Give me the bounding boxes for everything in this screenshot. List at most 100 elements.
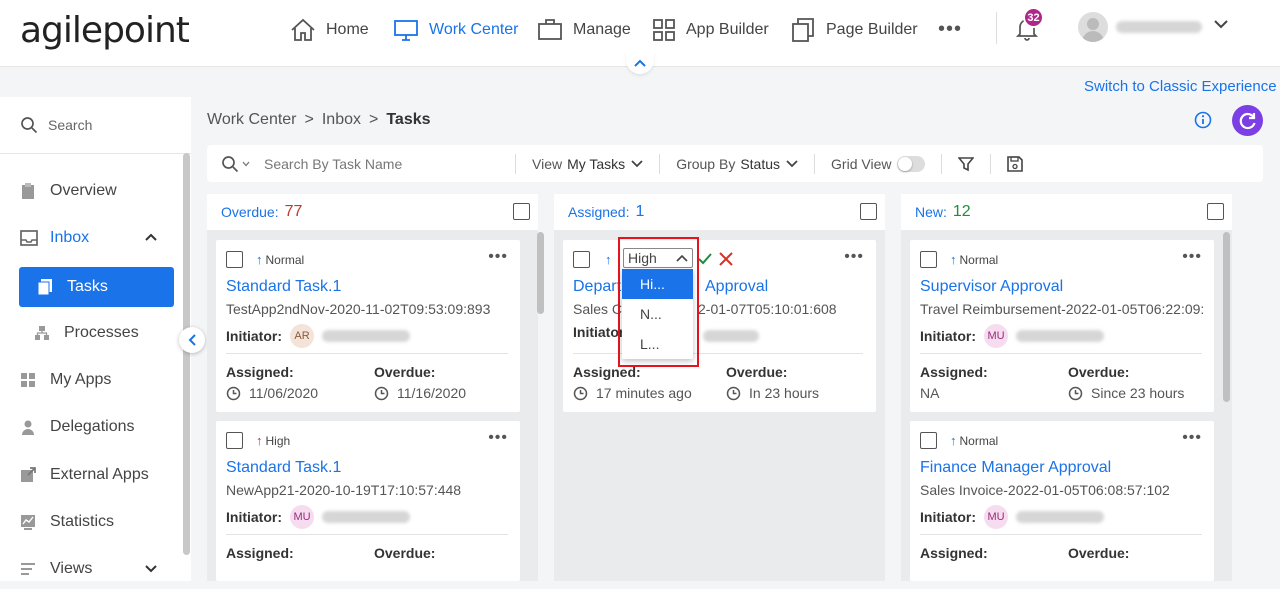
sidebar-item-label: My Apps [50, 371, 112, 388]
user-avatar[interactable] [1078, 12, 1108, 42]
chevron-down-icon[interactable] [144, 560, 158, 578]
nav-page-builder[interactable]: Page Builder [790, 16, 918, 44]
sidebar-scrollbar[interactable] [183, 153, 190, 555]
task-title-link[interactable]: Approval [705, 278, 785, 296]
nav-manage-label: Manage [573, 21, 631, 38]
column-header: New: 12 [901, 194, 1232, 230]
priority-option-normal[interactable]: N... [622, 299, 693, 329]
sidebar-item-label: Overview [50, 182, 117, 199]
priority-label[interactable]: ↑ Normal [950, 252, 998, 267]
clock-icon [226, 386, 241, 401]
task-checkbox[interactable] [226, 251, 243, 268]
confirm-check-icon[interactable] [697, 251, 713, 272]
card-menu-button[interactable]: ••• [1182, 429, 1202, 447]
arrow-up-icon: ↑ [256, 433, 263, 448]
collapse-sidebar-button[interactable] [179, 327, 205, 353]
clipboard-icon [20, 182, 42, 200]
sidebar-item-tasks[interactable]: Tasks [19, 267, 174, 307]
select-all-checkbox[interactable] [860, 203, 877, 220]
task-title-link[interactable]: Finance Manager Approval [920, 459, 1205, 477]
sidebar-item-views[interactable]: Views [0, 549, 180, 589]
sidebar-item-external-apps[interactable]: External Apps [0, 455, 180, 495]
breadcrumb-inbox[interactable]: Inbox [322, 111, 361, 129]
column-scrollbar[interactable] [537, 232, 544, 314]
nav-work-center[interactable]: Work Center [393, 16, 519, 44]
overdue-value: In 23 hours [726, 385, 819, 401]
sidebar-item-label: Delegations [50, 418, 135, 435]
sidebar-item-delegations[interactable]: Delegations [0, 407, 180, 447]
collapse-header-button[interactable] [626, 52, 654, 74]
overdue-value: 11/16/2020 [374, 385, 466, 401]
chevron-down-icon[interactable] [1213, 17, 1229, 36]
more-menu-button[interactable]: ••• [938, 18, 962, 41]
task-checkbox[interactable] [920, 432, 937, 449]
switch-classic-link[interactable]: Switch to Classic Experience [1084, 78, 1277, 95]
select-all-checkbox[interactable] [513, 203, 530, 220]
select-all-checkbox[interactable] [1207, 203, 1224, 220]
task-checkbox[interactable] [920, 251, 937, 268]
chevron-up-icon[interactable] [144, 229, 158, 247]
column-scrollbar[interactable] [1223, 232, 1230, 402]
priority-option-high[interactable]: Hi... [622, 269, 693, 299]
overdue-label: Overdue: [374, 364, 436, 380]
task-title-link[interactable]: Supervisor Approval [920, 278, 1205, 296]
nav-manage[interactable]: Manage [537, 16, 631, 44]
task-title-link[interactable]: Depart [573, 278, 623, 296]
notification-count-badge: 32 [1023, 7, 1044, 28]
task-card[interactable]: ↑ Normal ••• Supervisor Approval Travel R… [910, 240, 1214, 412]
chevron-down-icon[interactable] [242, 161, 250, 167]
breadcrumb-work-center[interactable]: Work Center [207, 111, 297, 129]
priority-label[interactable]: ↑ High [256, 433, 290, 448]
column-new: New: 12 ↑ Normal ••• Supervisor Approval … [901, 194, 1232, 581]
initiator-name-redacted [322, 511, 410, 523]
sidebar-item-overview[interactable]: Overview [0, 171, 180, 211]
nav-home[interactable]: Home [290, 16, 369, 44]
cancel-x-icon[interactable] [718, 251, 734, 272]
sidebar-item-processes[interactable]: Processes [0, 313, 180, 353]
initiator: Initiator: AR [226, 324, 410, 348]
task-card[interactable]: ↑ Normal ••• Standard Task.1 TestApp2ndNo… [216, 240, 520, 412]
refresh-button[interactable] [1232, 105, 1263, 136]
priority-options-list: Hi... N... L... [622, 269, 693, 359]
overdue-label: Overdue: [374, 545, 436, 561]
sidebar-item-statistics[interactable]: Statistics [0, 502, 180, 542]
task-subtitle: Travel Reimbursement-2022-01-05T06:22:09… [920, 301, 1205, 317]
overdue-label: Overdue: [726, 364, 788, 380]
breadcrumb-separator: > [304, 111, 314, 128]
card-menu-button[interactable]: ••• [488, 248, 508, 266]
task-checkbox[interactable] [226, 432, 243, 449]
sidebar-item-label: Tasks [67, 278, 108, 295]
card-menu-button[interactable]: ••• [1182, 248, 1202, 266]
task-checkbox[interactable] [573, 251, 590, 268]
filter-icon [958, 156, 975, 172]
task-title-link[interactable]: Standard Task.1 [226, 278, 511, 296]
clock-icon [374, 386, 389, 401]
task-title-link[interactable]: Standard Task.1 [226, 459, 511, 477]
save-view-button[interactable] [991, 154, 1039, 174]
card-menu-button[interactable]: ••• [844, 248, 864, 266]
task-search-input[interactable]: Search By Task Name [207, 153, 516, 174]
info-icon[interactable] [1194, 111, 1212, 134]
apps-icon [20, 372, 42, 388]
sidebar-item-inbox[interactable]: Inbox [0, 218, 180, 258]
sidebar-item-my-apps[interactable]: My Apps [0, 360, 180, 400]
card-menu-button[interactable]: ••• [488, 429, 508, 447]
task-card[interactable]: ↑ Normal ••• Finance Manager Approval Sal… [910, 421, 1214, 581]
priority-select[interactable]: High [623, 248, 693, 268]
agilepoint-logo[interactable]: agilepoint [20, 10, 190, 51]
arrow-up-icon: ↑ [605, 252, 612, 267]
nav-app-builder[interactable]: App Builder [652, 16, 769, 44]
processes-icon [34, 325, 56, 341]
priority-text: Normal [959, 252, 999, 267]
task-card[interactable]: ↑ High ••• Standard Task.1 NewApp21-2020-… [216, 421, 520, 581]
group-by-selector[interactable]: Group By Status [660, 153, 816, 174]
priority-label[interactable]: ↑ Normal [950, 433, 998, 448]
grid-view-toggle[interactable] [897, 155, 926, 172]
person-icon [20, 419, 42, 435]
view-selector[interactable]: View My Tasks [516, 153, 661, 174]
priority-option-low[interactable]: L... [622, 329, 693, 359]
task-subtitle: 2-01-07T05:10:01:608 [698, 301, 837, 317]
filter-button[interactable] [942, 153, 992, 174]
priority-label[interactable]: ↑ Normal [256, 252, 304, 267]
sidebar-search[interactable]: Search [0, 97, 191, 154]
